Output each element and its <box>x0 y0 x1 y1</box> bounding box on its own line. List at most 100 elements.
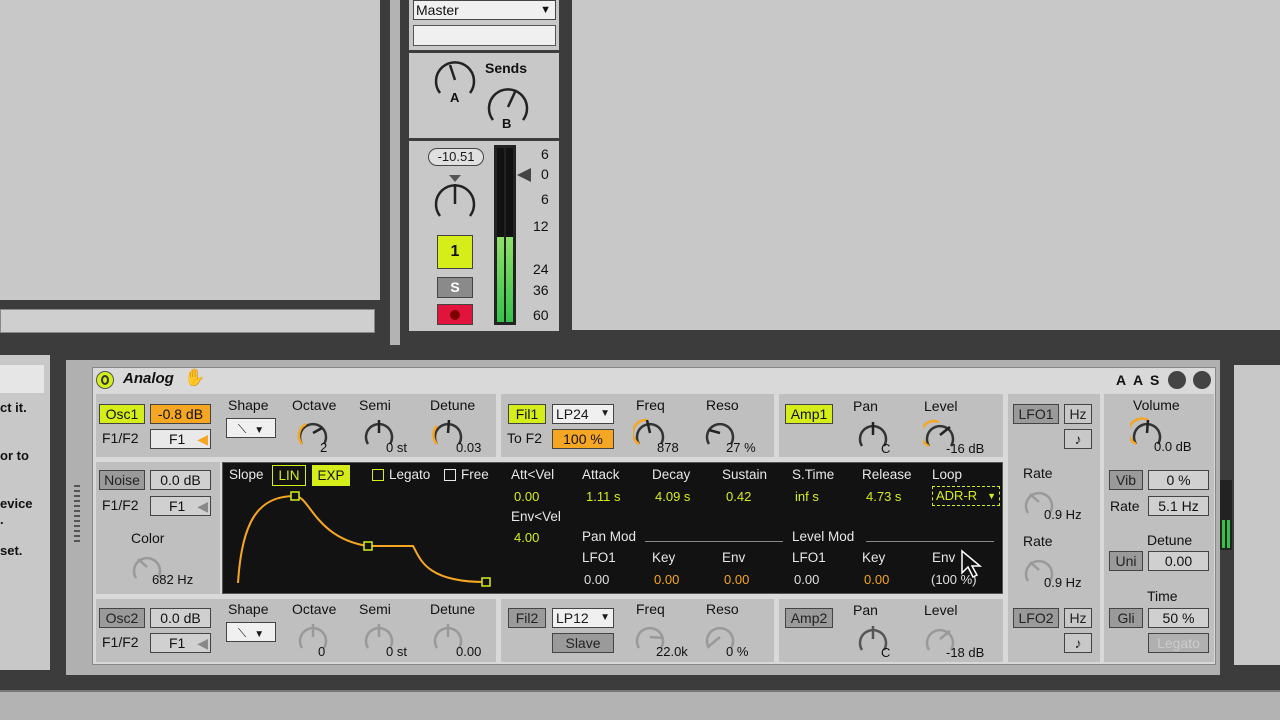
attack-value[interactable]: 1.11 s <box>586 489 620 504</box>
meter-tick: 24 <box>533 261 549 277</box>
glide-time-label: Time <box>1147 588 1178 604</box>
osc1-shape-select[interactable]: ⟍ ▼ <box>226 418 276 438</box>
chevron-down-icon: ▼ <box>600 408 610 419</box>
lm-key-label: Key <box>862 550 886 565</box>
fil1-toggle[interactable]: Fil1 <box>508 404 546 424</box>
track-activator-button[interactable]: 1 <box>437 235 473 269</box>
info-text-line: set. <box>0 543 23 558</box>
fil2-slave-button[interactable]: Slave <box>552 633 614 653</box>
track-name-field[interactable] <box>0 309 375 333</box>
lfo1-toggle[interactable]: LFO1 <box>1013 404 1059 424</box>
lfo2-rate-value: 0.9 Hz <box>1044 575 1082 590</box>
att-vel-value[interactable]: 0.00 <box>514 489 539 504</box>
slope-lin-button[interactable]: LIN <box>272 465 306 486</box>
env-vel-value[interactable]: 4.00 <box>514 530 539 545</box>
record-arm-button[interactable] <box>437 304 473 325</box>
vib-amount-field[interactable]: 0 % <box>1148 470 1209 490</box>
glide-legato-button[interactable]: Legato <box>1148 633 1209 653</box>
header-toggle-a1[interactable]: A <box>1116 372 1126 388</box>
pm-env-value[interactable]: 0.00 <box>724 572 749 587</box>
lfo1-hz-button[interactable]: Hz <box>1064 404 1092 424</box>
sustain-value[interactable]: 0.42 <box>726 489 751 504</box>
glide-time-field[interactable]: 50 % <box>1148 608 1209 628</box>
free-checkbox[interactable] <box>444 469 456 481</box>
routing-sub-field[interactable] <box>413 25 556 46</box>
routing-value: Master <box>416 2 459 18</box>
fil2-type-select[interactable]: LP12 ▼ <box>552 608 614 628</box>
solo-button[interactable]: S <box>437 277 473 298</box>
device-drag-handle[interactable] <box>74 485 80 545</box>
save-preset-icon[interactable] <box>1193 371 1211 389</box>
fil1-freq-value: 878 <box>657 440 679 455</box>
noise-level-field[interactable]: 0.0 dB <box>150 470 211 490</box>
release-value[interactable]: 4.73 s <box>866 489 901 504</box>
envelope-graph[interactable] <box>230 488 495 588</box>
decay-value[interactable]: 4.09 s <box>655 489 690 504</box>
osc1-route-field[interactable]: F1 ◀ <box>150 429 211 449</box>
hot-swap-icon[interactable] <box>1168 371 1186 389</box>
lm-env-label: Env <box>932 550 956 565</box>
volume-readout[interactable]: -10.51 <box>428 148 484 166</box>
uni-toggle[interactable]: Uni <box>1109 551 1143 571</box>
note-icon: ♪ <box>1074 431 1082 447</box>
osc1-route-value: F1 <box>169 431 186 447</box>
lm-lfo-value[interactable]: 0.00 <box>794 572 819 587</box>
lfo2-hz-button[interactable]: Hz <box>1064 608 1092 628</box>
info-text-line: or to <box>0 448 29 463</box>
stime-value[interactable]: inf s <box>795 489 819 504</box>
noise-route-label: F1/F2 <box>102 497 139 513</box>
fader-panel <box>409 141 559 331</box>
unison-detune-field[interactable]: 0.00 <box>1148 551 1209 571</box>
fil2-toggle[interactable]: Fil2 <box>508 608 546 628</box>
noise-route-field[interactable]: F1 ◀ <box>150 496 211 516</box>
pm-env-label: Env <box>722 550 746 565</box>
amp2-toggle[interactable]: Amp2 <box>785 608 833 628</box>
decay-label: Decay <box>652 467 691 482</box>
pan-knob[interactable] <box>430 172 480 226</box>
vib-rate-label: Rate <box>1110 498 1140 514</box>
saw-wave-icon: ⟍ <box>237 626 247 640</box>
pm-lfo-value[interactable]: 0.00 <box>584 572 609 587</box>
vib-rate-field[interactable]: 5.1 Hz <box>1148 496 1209 516</box>
osc2-toggle[interactable]: Osc2 <box>99 608 145 628</box>
osc1-level-field[interactable]: -0.8 dB <box>150 404 211 424</box>
noise-toggle[interactable]: Noise <box>99 470 145 490</box>
lm-key-value[interactable]: 0.00 <box>864 572 889 587</box>
fil1-to-field[interactable]: 100 % <box>552 429 614 449</box>
triangle-left-icon: ◀ <box>197 498 208 514</box>
loop-value: ADR-R <box>936 488 978 503</box>
osc2-level-field[interactable]: 0.0 dB <box>150 608 211 628</box>
lfo2-sync-button[interactable]: ♪ <box>1064 633 1092 653</box>
empty-session-area <box>572 0 1280 330</box>
routing-select[interactable]: Master ▼ <box>413 0 556 20</box>
lfo2-toggle[interactable]: LFO2 <box>1013 608 1059 628</box>
slope-exp-button[interactable]: EXP <box>312 465 350 486</box>
level-meter <box>494 145 516 325</box>
osc2-shape-select[interactable]: ⟍ ▼ <box>226 622 276 642</box>
unison-detune-label: Detune <box>1147 532 1193 548</box>
attack-label: Attack <box>582 467 620 482</box>
osc2-route-field[interactable]: F1 ◀ <box>150 633 211 653</box>
header-toggle-a2[interactable]: A <box>1133 372 1143 388</box>
vib-toggle[interactable]: Vib <box>1109 470 1143 490</box>
fader-handle-icon[interactable] <box>515 167 533 183</box>
lfo1-sync-button[interactable]: ♪ <box>1064 429 1092 449</box>
osc1-semi-label: Semi <box>359 397 391 413</box>
legato-label: Legato <box>389 467 431 482</box>
triangle-left-icon: ◀ <box>197 431 208 447</box>
legato-checkbox[interactable] <box>372 469 384 481</box>
osc1-toggle[interactable]: Osc1 <box>99 404 145 424</box>
device-activator-icon[interactable] <box>96 371 114 389</box>
fil1-type-select[interactable]: LP24 ▼ <box>552 404 614 424</box>
loop-select[interactable]: ADR-R ▼ <box>932 486 1000 506</box>
pm-key-value[interactable]: 0.00 <box>654 572 679 587</box>
gli-toggle[interactable]: Gli <box>1109 608 1143 628</box>
pan-mod-label: Pan Mod <box>582 529 637 544</box>
amp2-pan-value: C <box>881 645 891 660</box>
attack-handle <box>290 491 300 501</box>
noise-color-label: Color <box>131 530 165 546</box>
hand-icon: ✋ <box>184 368 206 387</box>
amp1-toggle[interactable]: Amp1 <box>785 404 833 424</box>
header-toggle-s[interactable]: S <box>1150 372 1159 388</box>
osc2-detune-value: 0.00 <box>456 644 482 659</box>
